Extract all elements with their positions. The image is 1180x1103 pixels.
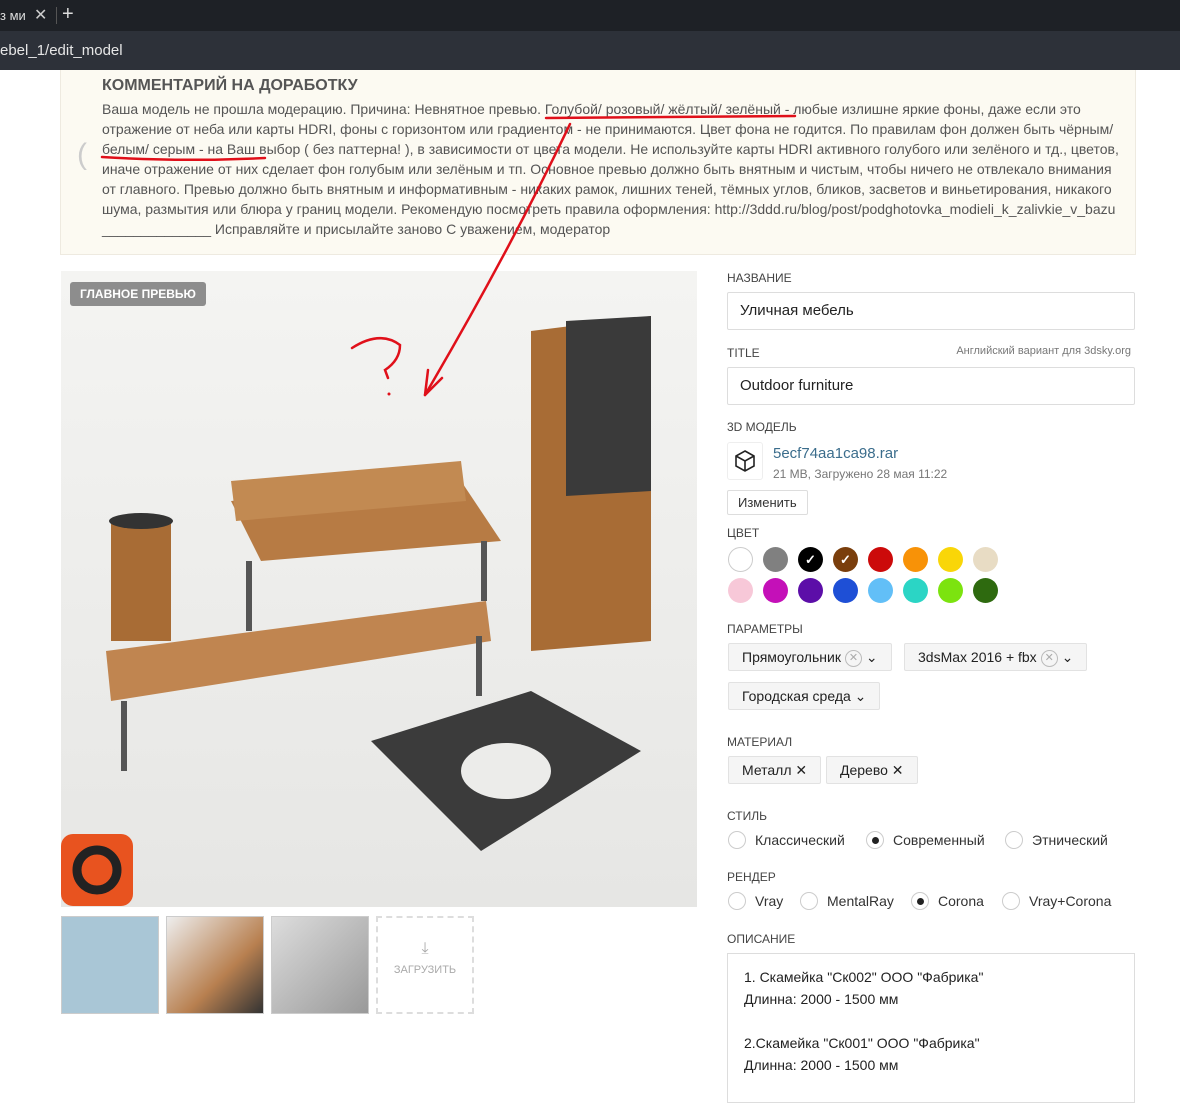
shape-select[interactable]: Прямоугольник ✕ ⌄	[728, 643, 892, 671]
upload-button[interactable]: ⤓ ЗАГРУЗИТЬ	[376, 916, 474, 1014]
chevron-down-icon: ⌄	[1061, 649, 1074, 665]
radio-label: Современный	[893, 832, 985, 848]
color-swatch[interactable]: ✓	[798, 547, 823, 572]
material-label: МАТЕРИАЛ	[727, 735, 793, 749]
tab-divider	[56, 7, 57, 24]
moderation-comment: ( КОММЕНТАРИЙ НА ДОРАБОТКУ Ваша модель н…	[60, 70, 1136, 255]
model-label: 3D МОДЕЛЬ	[727, 420, 797, 434]
name-input[interactable]: Уличная мебель	[727, 292, 1135, 330]
color-swatch[interactable]	[868, 547, 893, 572]
change-file-button[interactable]: Изменить	[727, 490, 808, 515]
remove-icon[interactable]: ✕	[892, 762, 904, 778]
cube-icon	[727, 442, 763, 480]
browser-tab-bar: з ми ✕ +	[0, 0, 1180, 31]
category-select[interactable]: Городская среда ⌄	[728, 682, 881, 710]
category-select-value: Городская среда	[742, 688, 851, 704]
thumbnail-2[interactable]	[166, 916, 264, 1014]
title-input[interactable]: Outdoor furniture	[727, 367, 1135, 405]
software-select-value: 3dsMax 2016 + fbx	[918, 649, 1037, 665]
color-swatch[interactable]	[973, 578, 998, 603]
style-radio-modern[interactable]: Современный	[866, 831, 985, 849]
radio-label: Corona	[938, 893, 984, 909]
name-label: НАЗВАНИЕ	[727, 271, 792, 285]
color-swatch[interactable]	[798, 578, 823, 603]
material-tag-metal[interactable]: Металл ✕	[728, 756, 822, 784]
main-preview-badge: ГЛАВНОЕ ПРЕВЬЮ	[70, 282, 206, 306]
color-swatch[interactable]	[868, 578, 893, 603]
main-preview-image[interactable]: ГЛАВНОЕ ПРЕВЬЮ	[61, 271, 697, 907]
close-tab-icon[interactable]: ✕	[34, 5, 47, 25]
radio-label: MentalRay	[827, 893, 894, 909]
color-swatch[interactable]	[938, 578, 963, 603]
color-swatch[interactable]: ✓	[833, 547, 858, 572]
model-file-meta: 21 MB, Загружено 28 мая 11:22	[773, 467, 948, 481]
furniture-render	[106, 316, 651, 851]
render-radio-corona[interactable]: Corona	[911, 892, 984, 910]
comment-text: Ваша модель не прошла модерацию. Причина…	[102, 101, 1119, 237]
chevron-down-icon: ⌄	[865, 649, 878, 665]
model-file-link[interactable]: 5ecf74aa1ca98.rar	[773, 445, 898, 462]
color-swatch[interactable]	[903, 578, 928, 603]
comment-title: КОММЕНТАРИЙ НА ДОРАБОТКУ	[102, 77, 358, 94]
radio-label: Vray	[755, 893, 784, 909]
browser-tab[interactable]: з ми	[0, 8, 26, 23]
upload-label: ЗАГРУЗИТЬ	[393, 964, 457, 976]
title-label: TITLE	[727, 346, 760, 360]
shape-select-value: Прямоугольник	[742, 649, 841, 665]
color-swatch[interactable]	[763, 578, 788, 603]
address-bar[interactable]: ebel_1/edit_model	[0, 31, 1180, 70]
download-icon: ⤓	[421, 940, 429, 957]
thumbnail-1[interactable]	[61, 916, 159, 1014]
color-swatch[interactable]	[728, 578, 753, 603]
material-tag-wood[interactable]: Дерево ✕	[826, 756, 918, 784]
color-swatch[interactable]	[938, 547, 963, 572]
color-label: ЦВЕТ	[727, 526, 760, 540]
remove-icon[interactable]: ✕	[795, 762, 807, 778]
material-tag-label: Дерево	[840, 762, 888, 778]
render-label: РЕНДЕР	[727, 870, 776, 884]
color-swatch[interactable]	[833, 578, 858, 603]
render-radio-vray-corona[interactable]: Vray+Corona	[1002, 892, 1111, 910]
style-label: СТИЛЬ	[727, 809, 767, 823]
radio-label: Этнический	[1032, 832, 1108, 848]
clear-icon[interactable]: ✕	[844, 649, 862, 667]
description-textarea[interactable]: 1. Скамейка "Ск002" ООО "Фабрика" Длинна…	[727, 953, 1135, 1103]
title-hint: Английский вариант для 3dsky.org	[956, 345, 1131, 357]
color-swatch[interactable]	[728, 547, 753, 572]
radio-label: Классический	[755, 832, 845, 848]
color-swatch[interactable]	[763, 547, 788, 572]
thumbnail-3[interactable]	[271, 916, 369, 1014]
params-label: ПАРАМЕТРЫ	[727, 622, 803, 636]
collapse-handle: (	[77, 138, 87, 171]
software-select[interactable]: 3dsMax 2016 + fbx ✕ ⌄	[904, 643, 1088, 671]
render-radio-mentalray[interactable]: MentalRay	[800, 892, 894, 910]
render-radio-vray[interactable]: Vray	[728, 892, 783, 910]
style-radio-classic[interactable]: Классический	[728, 831, 845, 849]
corona-logo	[61, 834, 133, 906]
chevron-down-icon: ⌄	[854, 688, 867, 704]
new-tab-icon[interactable]: +	[62, 3, 74, 26]
color-swatch[interactable]	[973, 547, 998, 572]
clear-icon[interactable]: ✕	[1040, 649, 1058, 667]
material-tag-label: Металл	[742, 762, 792, 778]
description-label: ОПИСАНИЕ	[727, 932, 796, 946]
color-swatch[interactable]	[903, 547, 928, 572]
radio-label: Vray+Corona	[1029, 893, 1112, 909]
style-radio-ethnic[interactable]: Этнический	[1005, 831, 1108, 849]
